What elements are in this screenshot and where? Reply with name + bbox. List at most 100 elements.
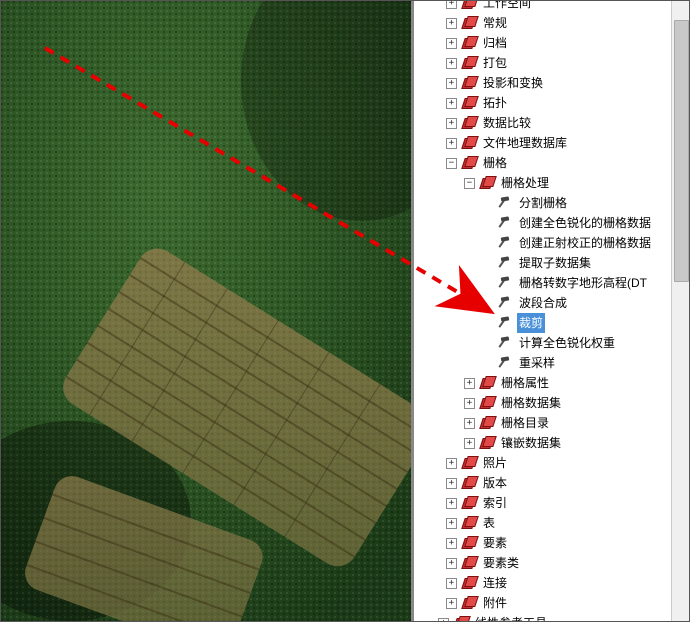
tree-item-label[interactable]: 栅格转数字地形高程(DT xyxy=(517,273,649,293)
tree-item-label[interactable]: 线性参考工具 xyxy=(473,613,549,621)
tree-row[interactable]: + 文件地理数据库 xyxy=(418,133,671,153)
tree-item-label[interactable]: 重采样 xyxy=(517,353,557,373)
tree-row[interactable]: + 常规 xyxy=(418,13,671,33)
tree-row[interactable]: 波段合成 xyxy=(418,293,671,313)
tree-item-label[interactable]: 镶嵌数据集 xyxy=(499,433,563,453)
tree-row[interactable]: +表 xyxy=(418,513,671,533)
expand-icon[interactable]: + xyxy=(446,578,457,589)
expand-icon[interactable]: + xyxy=(446,118,457,129)
tree-item-label[interactable]: 数据比较 xyxy=(481,113,533,133)
toolbox-icon xyxy=(479,435,495,451)
tree-row[interactable]: + 索引 xyxy=(418,493,671,513)
expand-icon[interactable]: + xyxy=(446,98,457,109)
tree-row[interactable]: + 线性参考工具 xyxy=(418,613,671,621)
tool-icon xyxy=(497,255,513,271)
tree-item-label[interactable]: 拓扑 xyxy=(481,93,509,113)
tree-row[interactable]: + 栅格属性 xyxy=(418,373,671,393)
tool-icon xyxy=(497,295,513,311)
expand-icon[interactable]: + xyxy=(464,398,475,409)
tree-item-label[interactable]: 分割栅格 xyxy=(517,193,569,213)
tree-row[interactable]: + 工作空间 xyxy=(418,1,671,13)
tree-row[interactable]: + 栅格数据集 xyxy=(418,393,671,413)
expand-icon[interactable]: + xyxy=(446,538,457,549)
expand-icon[interactable]: + xyxy=(464,438,475,449)
tree-row[interactable]: + 投影和变换 xyxy=(418,73,671,93)
tree-row[interactable]: 分割栅格 xyxy=(418,193,671,213)
tree-item-label[interactable]: 栅格 xyxy=(481,153,509,173)
tree-item-label[interactable]: 计算全色锐化权重 xyxy=(517,333,617,353)
tree-row[interactable]: + 数据比较 xyxy=(418,113,671,133)
tree-item-label[interactable]: 提取子数据集 xyxy=(517,253,593,273)
expand-icon[interactable]: + xyxy=(446,1,457,9)
expand-icon[interactable]: + xyxy=(446,78,457,89)
collapse-icon[interactable]: − xyxy=(446,158,457,169)
collapse-icon[interactable]: − xyxy=(464,178,475,189)
tree-item-label[interactable]: 裁剪 xyxy=(517,313,545,333)
tree-item-label[interactable]: 文件地理数据库 xyxy=(481,133,569,153)
tree-row[interactable]: 重采样 xyxy=(418,353,671,373)
tree-row[interactable]: 创建正射校正的栅格数据 xyxy=(418,233,671,253)
expand-icon[interactable]: + xyxy=(446,38,457,49)
tree-item-label[interactable]: 连接 xyxy=(481,573,509,593)
tree-row[interactable]: 提取子数据集 xyxy=(418,253,671,273)
app-window: +工作空间+常规+归档+打包+投影和变换+拓扑+数据比较+文件地理数据库−栅格−… xyxy=(0,0,690,622)
toolbox-icon xyxy=(461,535,477,551)
tree-item-label[interactable]: 创建全色锐化的栅格数据 xyxy=(517,213,653,233)
tree-row[interactable]: + 归档 xyxy=(418,33,671,53)
tree-row[interactable]: + 打包 xyxy=(418,53,671,73)
tree-item-label[interactable]: 常规 xyxy=(481,13,509,33)
tool-icon xyxy=(497,275,513,291)
toolbox-icon xyxy=(479,415,495,431)
tree-item-label[interactable]: 要素类 xyxy=(481,553,521,573)
tree-row[interactable]: + 要素 xyxy=(418,533,671,553)
tree-item-label[interactable]: 栅格目录 xyxy=(499,413,551,433)
tree-item-label[interactable]: 打包 xyxy=(481,53,509,73)
tree-row[interactable]: + 拓扑 xyxy=(418,93,671,113)
tree-item-label[interactable]: 工作空间 xyxy=(481,1,533,13)
expand-icon[interactable]: + xyxy=(446,18,457,29)
tree-item-label[interactable]: 照片 xyxy=(481,453,509,473)
tree-item-label[interactable]: 表 xyxy=(481,513,497,533)
tree-row[interactable]: − 栅格 xyxy=(418,153,671,173)
expand-icon[interactable]: + xyxy=(446,138,457,149)
tree-item-label[interactable]: 投影和变换 xyxy=(481,73,545,93)
vertical-scrollbar[interactable] xyxy=(671,1,689,621)
expand-icon[interactable]: + xyxy=(446,58,457,69)
expand-icon[interactable]: + xyxy=(446,598,457,609)
expand-icon[interactable]: + xyxy=(446,478,457,489)
expand-icon[interactable]: + xyxy=(464,418,475,429)
tree-item-label[interactable]: 附件 xyxy=(481,593,509,613)
expand-icon[interactable]: + xyxy=(446,518,457,529)
map-view[interactable] xyxy=(1,1,411,621)
tree-row[interactable]: + 要素类 xyxy=(418,553,671,573)
expand-icon[interactable]: + xyxy=(446,458,457,469)
tree-row[interactable]: 计算全色锐化权重 xyxy=(418,333,671,353)
expand-icon[interactable]: + xyxy=(464,378,475,389)
tree-item-label[interactable]: 版本 xyxy=(481,473,509,493)
expand-icon[interactable]: + xyxy=(438,618,449,622)
tree-item-label[interactable]: 归档 xyxy=(481,33,509,53)
tree-row[interactable]: 创建全色锐化的栅格数据 xyxy=(418,213,671,233)
tree-item-label[interactable]: 波段合成 xyxy=(517,293,569,313)
tree-item-label[interactable]: 栅格数据集 xyxy=(499,393,563,413)
tree-row[interactable]: + 连接 xyxy=(418,573,671,593)
toolbox-icon xyxy=(461,1,477,11)
tree-row[interactable]: + 附件 xyxy=(418,593,671,613)
tree-item-label[interactable]: 栅格属性 xyxy=(499,373,551,393)
tree-item-label[interactable]: 索引 xyxy=(481,493,509,513)
tree-row[interactable]: + 镶嵌数据集 xyxy=(418,433,671,453)
scrollbar-thumb[interactable] xyxy=(674,20,689,282)
toolbox-icon xyxy=(461,475,477,491)
catalog-tree[interactable]: +工作空间+常规+归档+打包+投影和变换+拓扑+数据比较+文件地理数据库−栅格−… xyxy=(414,1,671,621)
expand-icon[interactable]: + xyxy=(446,498,457,509)
tree-row[interactable]: + 栅格目录 xyxy=(418,413,671,433)
tree-row[interactable]: 裁剪 xyxy=(418,313,671,333)
tree-row[interactable]: 栅格转数字地形高程(DT xyxy=(418,273,671,293)
tree-row[interactable]: − 栅格处理 xyxy=(418,173,671,193)
tree-item-label[interactable]: 创建正射校正的栅格数据 xyxy=(517,233,653,253)
tree-row[interactable]: + 照片 xyxy=(418,453,671,473)
expand-icon[interactable]: + xyxy=(446,558,457,569)
tree-item-label[interactable]: 栅格处理 xyxy=(499,173,551,193)
tree-item-label[interactable]: 要素 xyxy=(481,533,509,553)
tree-row[interactable]: + 版本 xyxy=(418,473,671,493)
